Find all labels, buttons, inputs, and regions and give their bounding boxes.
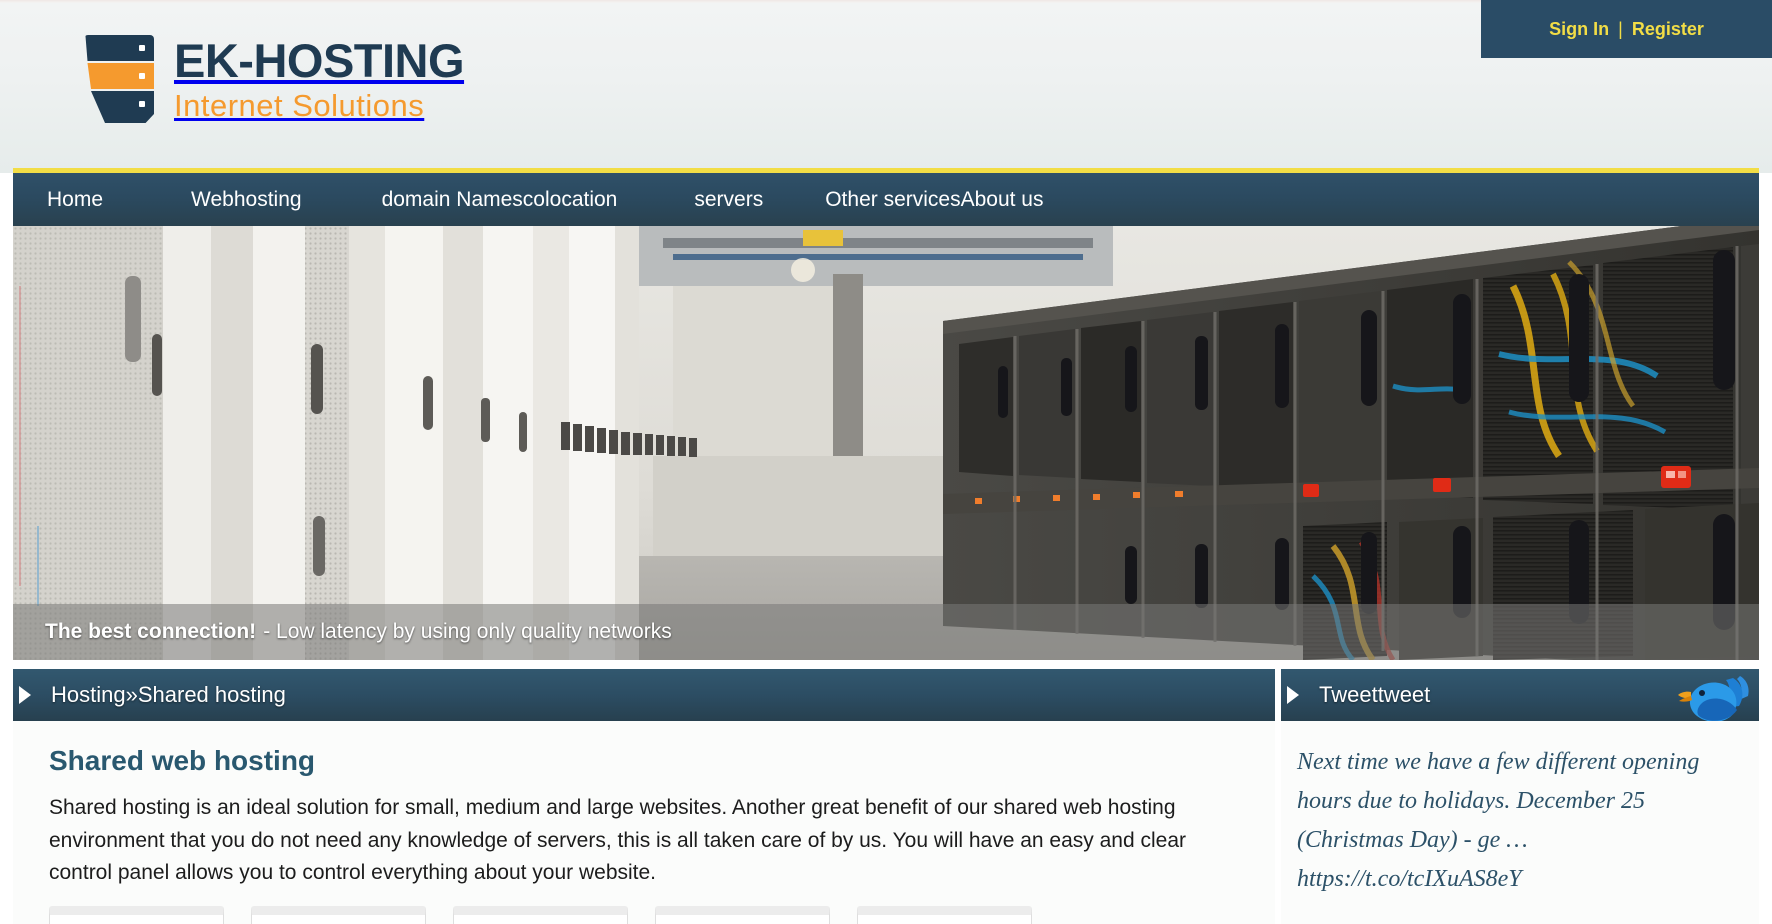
plan-card[interactable] <box>655 906 830 924</box>
tweet-panel-header: Tweettweet <box>1281 669 1759 721</box>
hero-banner: The best connection! - Low latency by us… <box>13 226 1759 660</box>
tweet-panel-title: Tweettweet <box>1319 682 1431 707</box>
site-logo[interactable]: EK-HOSTING Internet Solutions <box>84 34 465 123</box>
nav-item-about-us[interactable]: About us <box>961 188 1044 212</box>
sign-in-link[interactable]: Sign In <box>1549 19 1609 40</box>
triangle-right-icon <box>19 686 31 704</box>
breadcrumb: Hosting»Shared hosting <box>51 682 286 708</box>
nav-item-domain-names[interactable]: domain Names <box>382 188 523 212</box>
triangle-right-icon <box>1287 686 1299 704</box>
logo-subtitle: Internet Solutions <box>174 88 425 123</box>
primary-navigation: Home Webhosting domain Names colocation … <box>13 168 1759 226</box>
nav-item-servers[interactable]: servers <box>694 188 763 212</box>
logo-title: EK-HOSTING <box>174 34 465 87</box>
auth-box: Sign In | Register <box>1481 0 1772 58</box>
intro-paragraph: Shared hosting is an ideal solution for … <box>49 796 1187 885</box>
site-header: EK-HOSTING Internet Solutions Sign In | … <box>0 0 1772 173</box>
main-content: Shared web hosting Shared hosting is an … <box>13 721 1275 924</box>
page-root: EK-HOSTING Internet Solutions Sign In | … <box>0 0 1772 924</box>
auth-separator: | <box>1618 18 1623 39</box>
hero-caption-strong: The best connection! <box>45 620 257 643</box>
tweet-text[interactable]: Next time we have a few different openin… <box>1297 743 1741 899</box>
breadcrumb-bar: Hosting»Shared hosting <box>13 669 1275 721</box>
plan-card[interactable] <box>251 906 426 924</box>
nav-item-colocation[interactable]: colocation <box>523 188 618 212</box>
hero-caption-rest: - Low latency by using only quality netw… <box>263 620 672 643</box>
breadcrumb-current: Shared hosting <box>137 682 286 707</box>
nav-item-other-services[interactable]: Other services <box>825 188 960 212</box>
server-stack-icon <box>84 35 154 123</box>
nav-item-home[interactable]: Home <box>47 188 103 212</box>
plan-card[interactable] <box>453 906 628 924</box>
nav-item-webhosting[interactable]: Webhosting <box>191 188 302 212</box>
plan-card[interactable] <box>857 906 1032 924</box>
hero-caption: The best connection! - Low latency by us… <box>13 604 1759 660</box>
page-title: Shared web hosting <box>49 745 316 776</box>
breadcrumb-root[interactable]: Hosting <box>51 682 126 707</box>
datacenter-photo <box>13 226 1759 660</box>
register-link[interactable]: Register <box>1632 19 1704 40</box>
breadcrumb-separator: » <box>125 682 138 707</box>
twitter-bird-icon <box>1678 676 1749 721</box>
tweet-panel-body: Next time we have a few different openin… <box>1281 721 1759 924</box>
plan-card-row <box>49 906 1032 924</box>
plan-card[interactable] <box>49 906 224 924</box>
